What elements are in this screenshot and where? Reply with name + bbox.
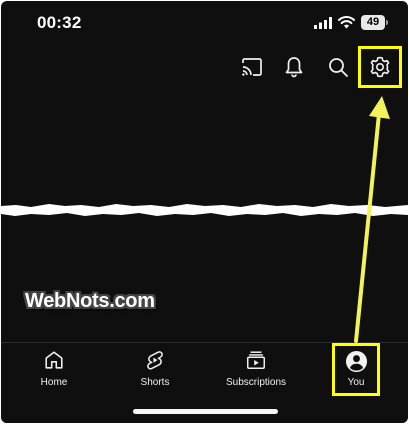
battery-icon: 49 bbox=[361, 15, 385, 30]
nav-item-subscriptions[interactable]: Subscriptions bbox=[218, 349, 294, 399]
shorts-icon bbox=[147, 351, 163, 370]
home-indicator bbox=[133, 409, 278, 414]
bell-icon[interactable] bbox=[282, 55, 306, 79]
settings-button[interactable] bbox=[358, 46, 402, 88]
home-icon bbox=[45, 351, 63, 369]
watermark: WebNots.com bbox=[25, 290, 155, 312]
signal-icon bbox=[314, 17, 332, 29]
subscriptions-icon bbox=[247, 351, 265, 369]
wifi-icon bbox=[338, 16, 355, 29]
nav-item-home[interactable]: Home bbox=[33, 349, 75, 399]
status-time: 00:32 bbox=[37, 13, 82, 32]
nav-item-shorts[interactable]: Shorts bbox=[131, 349, 179, 399]
nav-item-you[interactable]: You bbox=[332, 343, 380, 396]
nav-label-you: You bbox=[347, 377, 365, 388]
content-divider bbox=[1, 204, 408, 216]
battery-tip bbox=[386, 20, 388, 25]
cast-icon[interactable] bbox=[240, 55, 264, 79]
nav-label-subscriptions: Subscriptions bbox=[225, 377, 287, 388]
account-circle-icon bbox=[345, 350, 367, 373]
phone-screen: 00:32 49 WebNots.com Home Shorts Subscri… bbox=[1, 1, 408, 423]
search-icon[interactable] bbox=[326, 55, 350, 79]
nav-label-shorts: Shorts bbox=[140, 377, 170, 388]
gear-icon bbox=[370, 56, 390, 78]
nav-label-home: Home bbox=[40, 377, 68, 388]
